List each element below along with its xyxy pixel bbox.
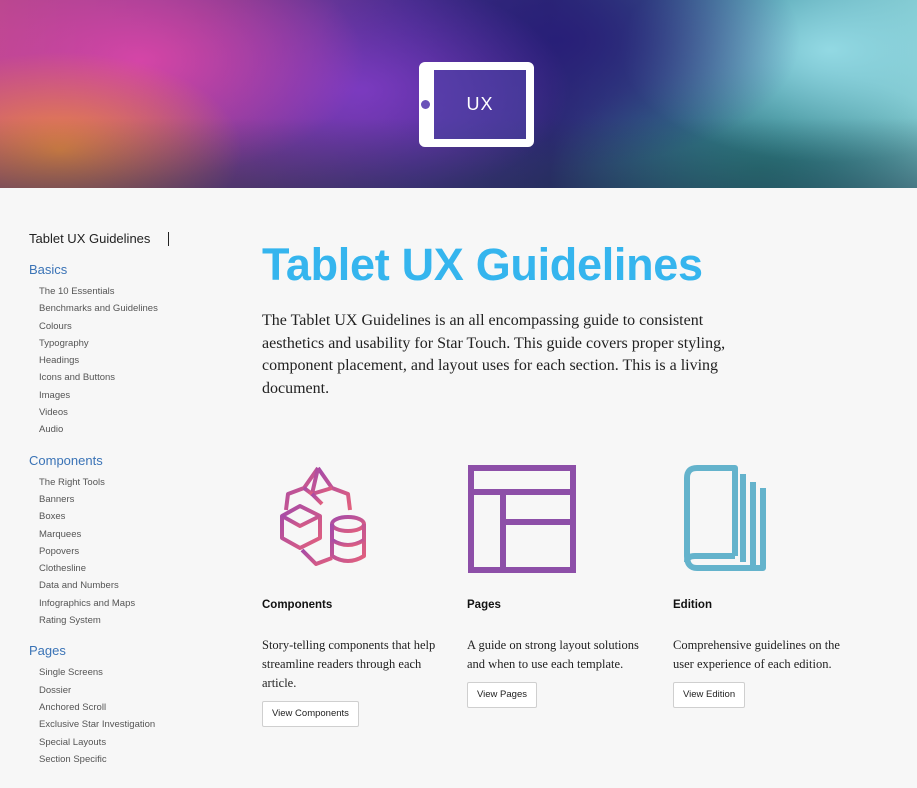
sidebar-item[interactable]: Banners (39, 491, 219, 508)
card-title: Edition (673, 599, 712, 611)
sidebar-item[interactable]: Infographics and Maps (39, 595, 219, 612)
sidebar-item[interactable]: Popovers (39, 543, 219, 560)
sidebar-item[interactable]: Rating System (39, 612, 219, 629)
tablet-home-button-icon (421, 100, 430, 109)
sidebar-item[interactable]: Videos (39, 404, 219, 421)
sidebar-item[interactable]: Section Specific (39, 751, 219, 768)
sidebar-item[interactable]: Typography (39, 335, 219, 352)
sidebar-item[interactable]: Special Layouts (39, 734, 219, 751)
sidebar-item[interactable]: Audio (39, 421, 219, 438)
sidebar-item[interactable]: Anchored Scroll (39, 699, 219, 716)
sidebar-item[interactable]: Marquees (39, 526, 219, 543)
card-description: Story-telling components that help strea… (262, 638, 436, 690)
sidebar-title[interactable]: Tablet UX Guidelines (29, 230, 219, 248)
view-edition-button[interactable]: View Edition (673, 682, 746, 708)
sidebar-nav: Tablet UX Guidelines Basics The 10 Essen… (29, 230, 219, 768)
section-list-pages: Single Screens Dossier Anchored Scroll E… (29, 664, 219, 768)
sidebar-item[interactable]: Single Screens (39, 664, 219, 681)
section-list-basics: The 10 Essentials Benchmarks and Guideli… (29, 283, 219, 439)
sidebar-item[interactable]: Colours (39, 318, 219, 335)
sidebar-item[interactable]: Dossier (39, 682, 219, 699)
intro-paragraph: The Tablet UX Guidelines is an all encom… (262, 312, 726, 397)
sidebar-item[interactable]: Icons and Buttons (39, 369, 219, 386)
view-components-button[interactable]: View Components (262, 701, 359, 727)
sidebar-item[interactable]: The Right Tools (39, 474, 219, 491)
section-heading-basics[interactable]: Basics (29, 262, 219, 278)
card-description: Comprehensive guidelines on the user exp… (673, 638, 840, 671)
components-shapes-icon (262, 464, 462, 574)
sidebar-title-label: Tablet UX Guidelines (29, 231, 151, 246)
sidebar-item[interactable]: Boxes (39, 508, 219, 525)
card-title: Components (262, 599, 333, 611)
sidebar-section-components: Components The Right Tools Banners Boxes… (29, 453, 219, 630)
logo-text: UX (466, 94, 494, 114)
sidebar-item[interactable]: Data and Numbers (39, 577, 219, 594)
main-content: Tablet UX Guidelines The Tablet UX Guide… (262, 238, 882, 727)
card-description: A guide on strong layout solutions and w… (467, 638, 639, 671)
sidebar-item[interactable]: Exclusive Star Investigation (39, 716, 219, 733)
pages-layout-icon (467, 464, 667, 574)
view-pages-button[interactable]: View Pages (467, 682, 537, 708)
card-title: Pages (467, 599, 501, 611)
sidebar-item[interactable]: Benchmarks and Guidelines (39, 300, 219, 317)
sidebar-item[interactable]: Clothesline (39, 560, 219, 577)
section-heading-pages[interactable]: Pages (29, 643, 219, 659)
section-heading-components[interactable]: Components (29, 453, 219, 469)
sidebar-item[interactable]: Images (39, 387, 219, 404)
card-edition: Edition Comprehensive guidelines on the … (673, 464, 873, 708)
active-indicator (168, 232, 170, 246)
card-components: Components Story-telling components that… (262, 464, 462, 727)
page-title: Tablet UX Guidelines (262, 239, 703, 290)
sidebar-section-pages: Pages Single Screens Dossier Anchored Sc… (29, 643, 219, 768)
sidebar-item[interactable]: Headings (39, 352, 219, 369)
sidebar-item[interactable]: The 10 Essentials (39, 283, 219, 300)
section-list-components: The Right Tools Banners Boxes Marquees P… (29, 474, 219, 630)
card-pages: Pages A guide on strong layout solutions… (467, 464, 667, 708)
sidebar-section-basics: Basics The 10 Essentials Benchmarks and … (29, 262, 219, 439)
edition-book-icon (673, 464, 873, 574)
